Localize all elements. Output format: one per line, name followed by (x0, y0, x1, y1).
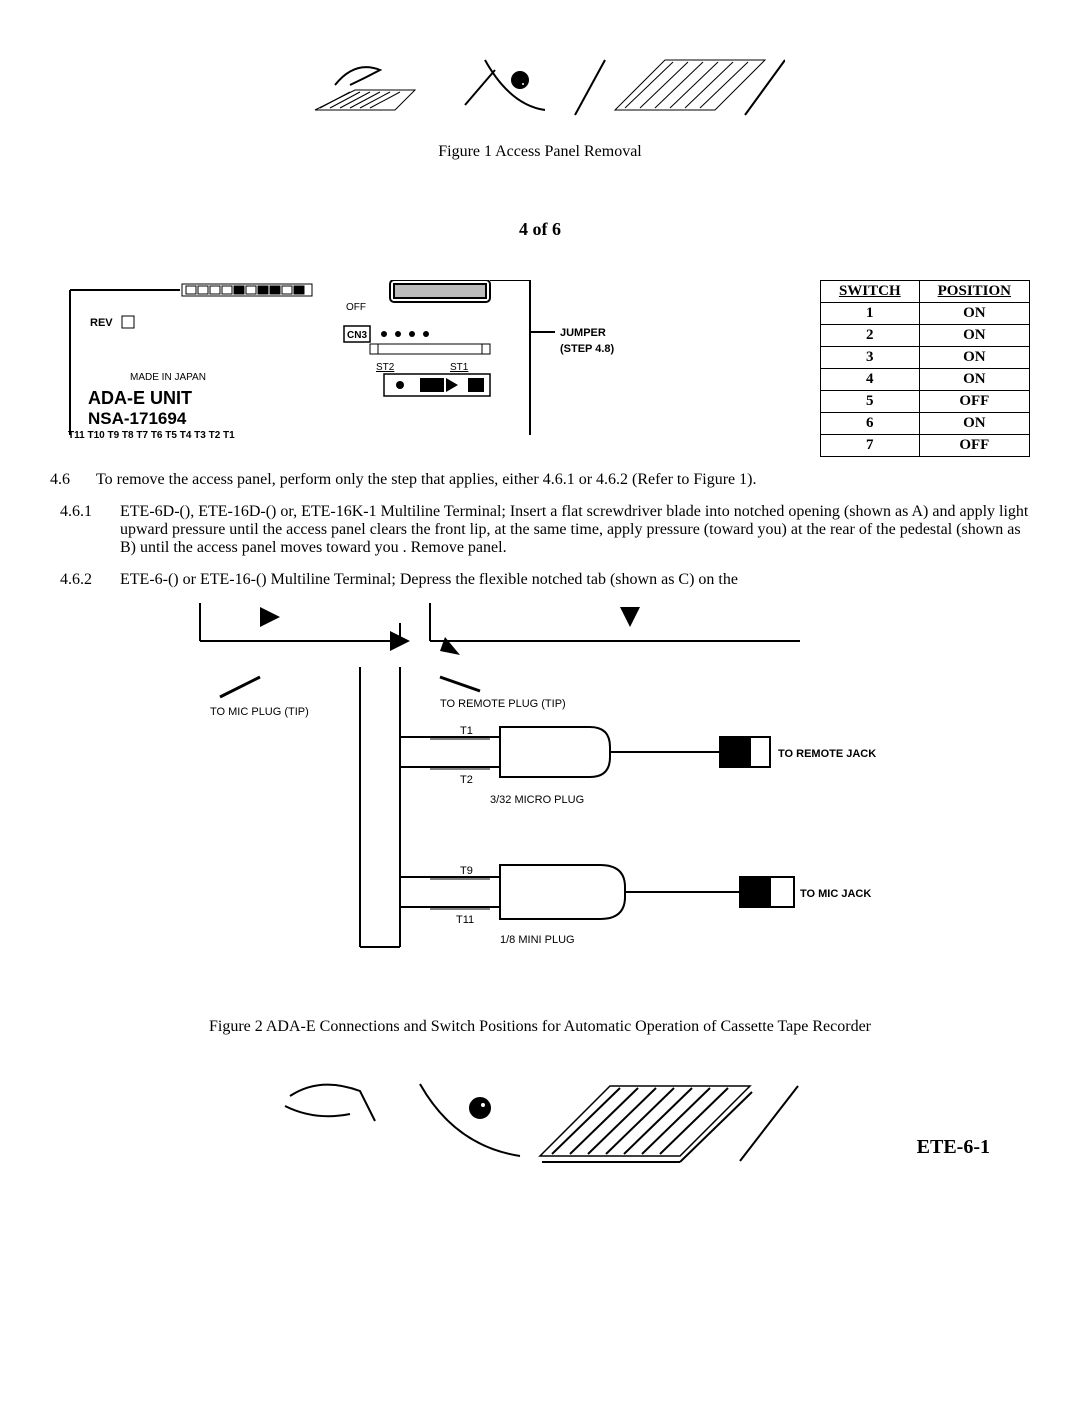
model-label: ETE-6-1 (917, 1136, 990, 1159)
st1-label: ST1 (450, 362, 469, 373)
table-row: 4ON (820, 369, 1029, 391)
figure2-caption: Figure 2 ADA-E Connections and Switch Po… (50, 1018, 1030, 1036)
ada-e-unit: ADA-E UNIT (88, 388, 192, 408)
switch-position-table: SWITCH POSITION 1ON 2ON 3ON 4ON 5OFF 6ON… (820, 280, 1030, 457)
table-row: 7OFF (820, 435, 1029, 457)
to-remote-plug-label: TO REMOTE PLUG (TIP) (440, 698, 566, 710)
step-label: (STEP 4.8) (560, 343, 615, 355)
table-row: 1ON (820, 303, 1029, 325)
nsa-number: NSA-171694 (88, 409, 187, 428)
bottom-illustration: ETE-6-1 (50, 1066, 1030, 1191)
table-row: 3ON (820, 347, 1029, 369)
wiring-diagram: TO MIC PLUG (TIP) TO REMOTE PLUG (TIP) T… (50, 597, 1030, 982)
ada-e-panel-diagram: OFF REV CN3 JUMPER (STEP 4.8) ST2 ST1 MA… (50, 280, 796, 445)
to-remote-jack-label: TO REMOTE JACK (778, 748, 876, 760)
rev-label: REV (90, 317, 113, 329)
to-mic-plug-label: TO MIC PLUG (TIP) (210, 706, 309, 718)
section-4-6-text: To remove the access panel, perform only… (96, 471, 1030, 489)
section-4-6-1-text: ETE-6D-(), ETE-16D-() or, ETE-16K-1 Mult… (120, 503, 1030, 557)
jumper-label: JUMPER (560, 327, 606, 339)
table-row: 6ON (820, 413, 1029, 435)
figure1-illustration (50, 50, 1030, 135)
table-row: 2ON (820, 325, 1029, 347)
section-4-6-2-text: ETE-6-() or ETE-16-() Multiline Terminal… (120, 571, 1030, 589)
section-4-6-2-number: 4.6.2 (50, 571, 120, 589)
off-label: OFF (346, 302, 366, 313)
switch-header: SWITCH (820, 281, 919, 303)
micro-plug-label: 3/32 MICRO PLUG (490, 794, 584, 806)
cn3-label: CN3 (347, 330, 367, 341)
figure1-caption: Figure 1 Access Panel Removal (50, 143, 1030, 161)
t11-label: T11 (456, 914, 474, 926)
made-in-japan: MADE IN JAPAN (130, 372, 206, 383)
t9-label: T9 (460, 865, 473, 877)
page-number: 4 of 6 (50, 219, 1030, 240)
section-4-6-1-number: 4.6.1 (50, 503, 120, 557)
svg-text:REV: REV (90, 317, 113, 329)
t1-label: T1 (460, 725, 473, 737)
mini-plug-label: 1/8 MINI PLUG (500, 934, 575, 946)
st2-label: ST2 (376, 362, 395, 373)
table-row: 5OFF (820, 391, 1029, 413)
pin-labels: T11 T10 T9 T8 T7 T6 T5 T4 T3 T2 T1 (68, 430, 235, 440)
to-mic-jack-label: TO MIC JACK (800, 888, 871, 900)
section-4-6-number: 4.6 (50, 471, 96, 489)
t2-label: T2 (460, 774, 473, 786)
position-header: POSITION (919, 281, 1029, 303)
